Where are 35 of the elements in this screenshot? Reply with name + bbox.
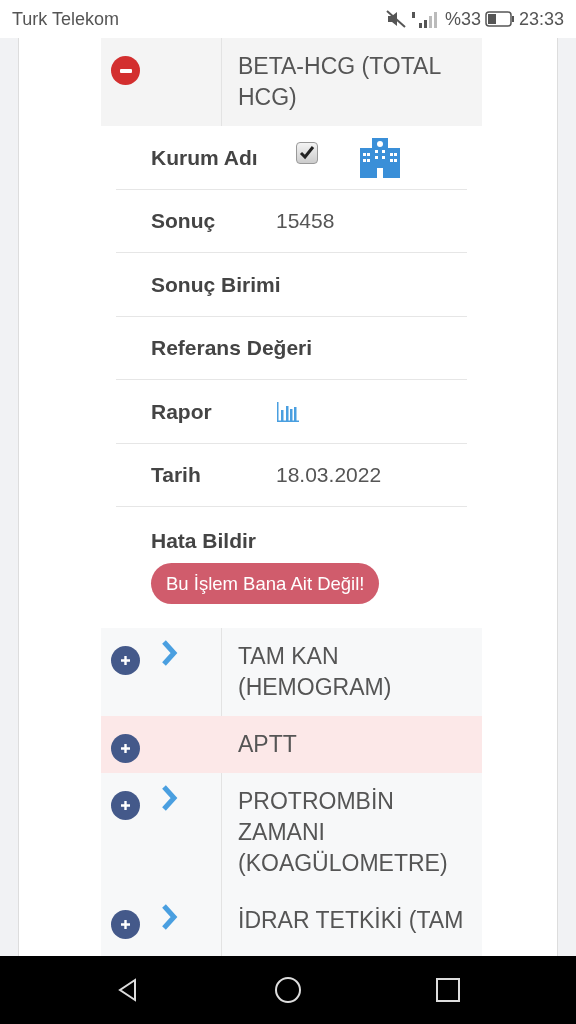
clock-time: 23:33 xyxy=(518,7,564,31)
hospital-icon xyxy=(358,136,402,179)
recents-icon[interactable] xyxy=(435,977,462,1003)
field-label: Hata Bildir xyxy=(151,528,258,554)
field-label: Sonuç xyxy=(151,208,217,234)
expand-icon[interactable] xyxy=(111,791,140,821)
expand-icon[interactable] xyxy=(111,646,140,676)
field-label: Kurum Adı xyxy=(151,144,259,171)
mute-icon xyxy=(384,9,407,29)
expand-icon[interactable] xyxy=(111,734,140,764)
field-label: Sonuç Birimi xyxy=(151,271,281,298)
test-row[interactable]: İDRAR TETKİKİ (TAM xyxy=(101,892,482,956)
chevron-icon[interactable] xyxy=(160,904,178,931)
chevron-icon[interactable] xyxy=(160,785,178,812)
test-name: BETA-HCG (TOTAL HCG) xyxy=(221,38,482,126)
collapse-icon[interactable] xyxy=(111,56,140,85)
bar-chart-icon[interactable] xyxy=(276,400,300,423)
test-row[interactable]: TAM KAN (HEMOGRAM) xyxy=(101,628,482,717)
report-error-button[interactable]: Bu İşlem Bana Ait Değil! xyxy=(151,562,380,605)
battery-icon xyxy=(484,10,515,28)
field-value: 18.03.2022 xyxy=(276,462,382,488)
battery-percent: %33 xyxy=(444,7,481,31)
chevron-icon[interactable] xyxy=(160,640,178,667)
carrier-name: Turk Telekom xyxy=(12,7,120,31)
test-row[interactable]: BETA-HCG (TOTAL HCG) xyxy=(101,38,482,126)
expand-icon[interactable] xyxy=(111,910,140,940)
test-row[interactable]: PROTROMBİN ZAMANI (KOAGÜLOMETRE) xyxy=(101,773,482,893)
test-row[interactable]: APTT xyxy=(101,716,482,774)
test-name: APTT xyxy=(237,730,298,760)
checkbox[interactable] xyxy=(296,142,318,165)
field-label: Tarih xyxy=(151,462,202,488)
home-icon[interactable] xyxy=(274,976,302,1004)
field-label: Referans Değeri xyxy=(151,335,313,361)
field-label: Rapor xyxy=(151,398,213,425)
field-value: 15458 xyxy=(276,208,335,234)
